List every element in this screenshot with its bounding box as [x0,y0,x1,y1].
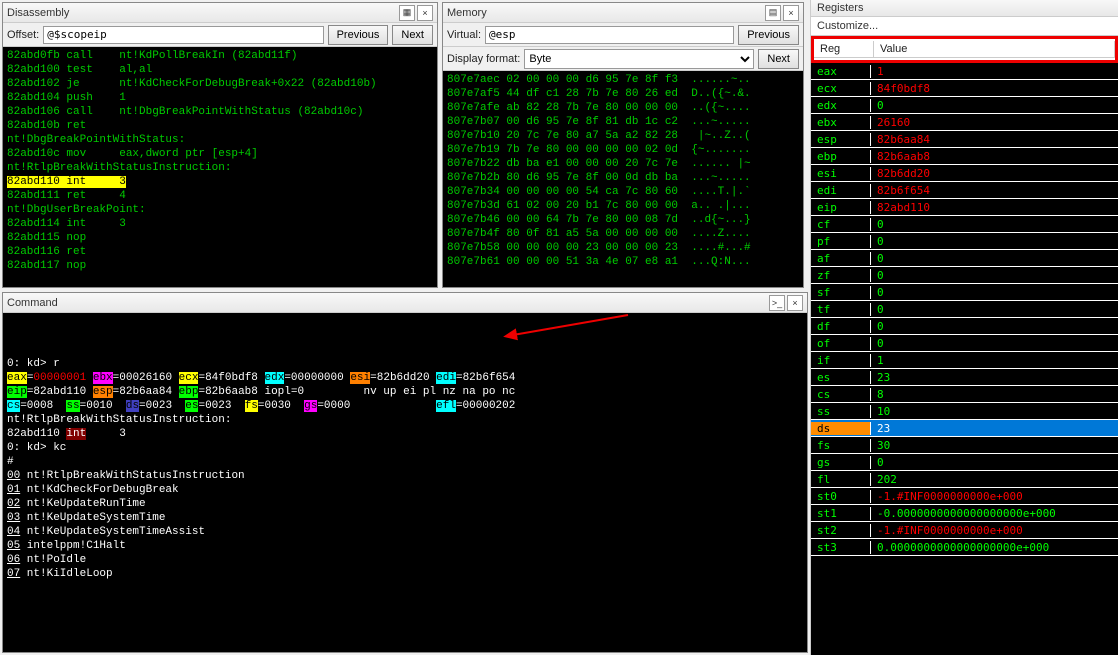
disassembly-title: Disassembly [7,7,397,19]
memory-dump[interactable]: 807e7aec 02 00 00 00 d6 95 7e 8f f3 ....… [443,71,803,287]
register-row[interactable]: ecx84f0bdf8 [811,80,1118,97]
register-row[interactable]: of0 [811,335,1118,352]
register-row[interactable]: st1-0.0000000000000000000e+000 [811,505,1118,522]
register-row[interactable]: ds23 [811,420,1118,437]
panel-close-icon[interactable]: × [417,5,433,21]
annotation-arrow [503,313,633,343]
register-row[interactable]: df0 [811,318,1118,335]
offset-label: Offset: [7,29,39,41]
register-row[interactable]: gs0 [811,454,1118,471]
command-panel: Command >_ × 0: kd> reax=00000001 ebx=00… [2,292,808,653]
command-title: Command [7,297,767,309]
reg-header-value[interactable]: Value [874,41,1115,58]
register-row[interactable]: eip82abd110 [811,199,1118,216]
format-label: Display format: [447,53,520,65]
format-select[interactable]: Byte [524,49,754,69]
command-output[interactable]: 0: kd> reax=00000001 ebx=00026160 ecx=84… [3,313,807,652]
registers-panel: Registers Customize... Reg Value eax1ecx… [810,0,1118,655]
disasm-next-button[interactable]: Next [392,25,433,45]
panel-options-icon[interactable]: ▤ [765,5,781,21]
memory-title: Memory [447,7,763,19]
reg-header-name[interactable]: Reg [814,41,874,58]
register-row[interactable]: tf0 [811,301,1118,318]
register-row[interactable]: edx0 [811,97,1118,114]
register-row[interactable]: pf0 [811,233,1118,250]
register-row[interactable]: cf0 [811,216,1118,233]
register-row[interactable]: st3 0.0000000000000000000e+000 [811,539,1118,556]
register-row[interactable]: fl202 [811,471,1118,488]
register-row[interactable]: st0-1.#INF0000000000e+000 [811,488,1118,505]
offset-input[interactable] [43,26,323,44]
register-row[interactable]: ebx26160 [811,114,1118,131]
disasm-prev-button[interactable]: Previous [328,25,389,45]
customize-link[interactable]: Customize... [811,17,1118,36]
mem-next-button[interactable]: Next [758,49,799,69]
register-row[interactable]: ebp82b6aab8 [811,148,1118,165]
register-row[interactable]: if1 [811,352,1118,369]
panel-options-icon[interactable]: ▦ [399,5,415,21]
register-row[interactable]: st2-1.#INF0000000000e+000 [811,522,1118,539]
annotation-highlight: Reg Value [811,36,1118,63]
register-row[interactable]: zf0 [811,267,1118,284]
register-row[interactable]: es23 [811,369,1118,386]
register-row[interactable]: esp82b6aa84 [811,131,1118,148]
mem-prev-button[interactable]: Previous [738,25,799,45]
register-row[interactable]: esi82b6dd20 [811,165,1118,182]
register-row[interactable]: eax1 [811,63,1118,80]
register-row[interactable]: fs30 [811,437,1118,454]
disassembly-panel: Disassembly ▦ × Offset: Previous Next 82… [2,2,438,288]
register-row[interactable]: edi82b6f654 [811,182,1118,199]
register-row[interactable]: ss10 [811,403,1118,420]
panel-close-icon[interactable]: × [783,5,799,21]
register-row[interactable]: af0 [811,250,1118,267]
register-row[interactable]: sf0 [811,284,1118,301]
registers-list[interactable]: eax1ecx84f0bdf8edx0ebx26160esp82b6aa84eb… [811,63,1118,655]
registers-title: Registers [811,0,1118,17]
register-row[interactable]: cs8 [811,386,1118,403]
panel-options-icon[interactable]: >_ [769,295,785,311]
virtual-label: Virtual: [447,29,481,41]
memory-panel: Memory ▤ × Virtual: Previous Display for… [442,2,804,288]
panel-close-icon[interactable]: × [787,295,803,311]
virtual-input[interactable] [485,26,734,44]
disassembly-code[interactable]: 82abd0fb call nt!KdPollBreakIn (82abd11f… [3,47,437,287]
